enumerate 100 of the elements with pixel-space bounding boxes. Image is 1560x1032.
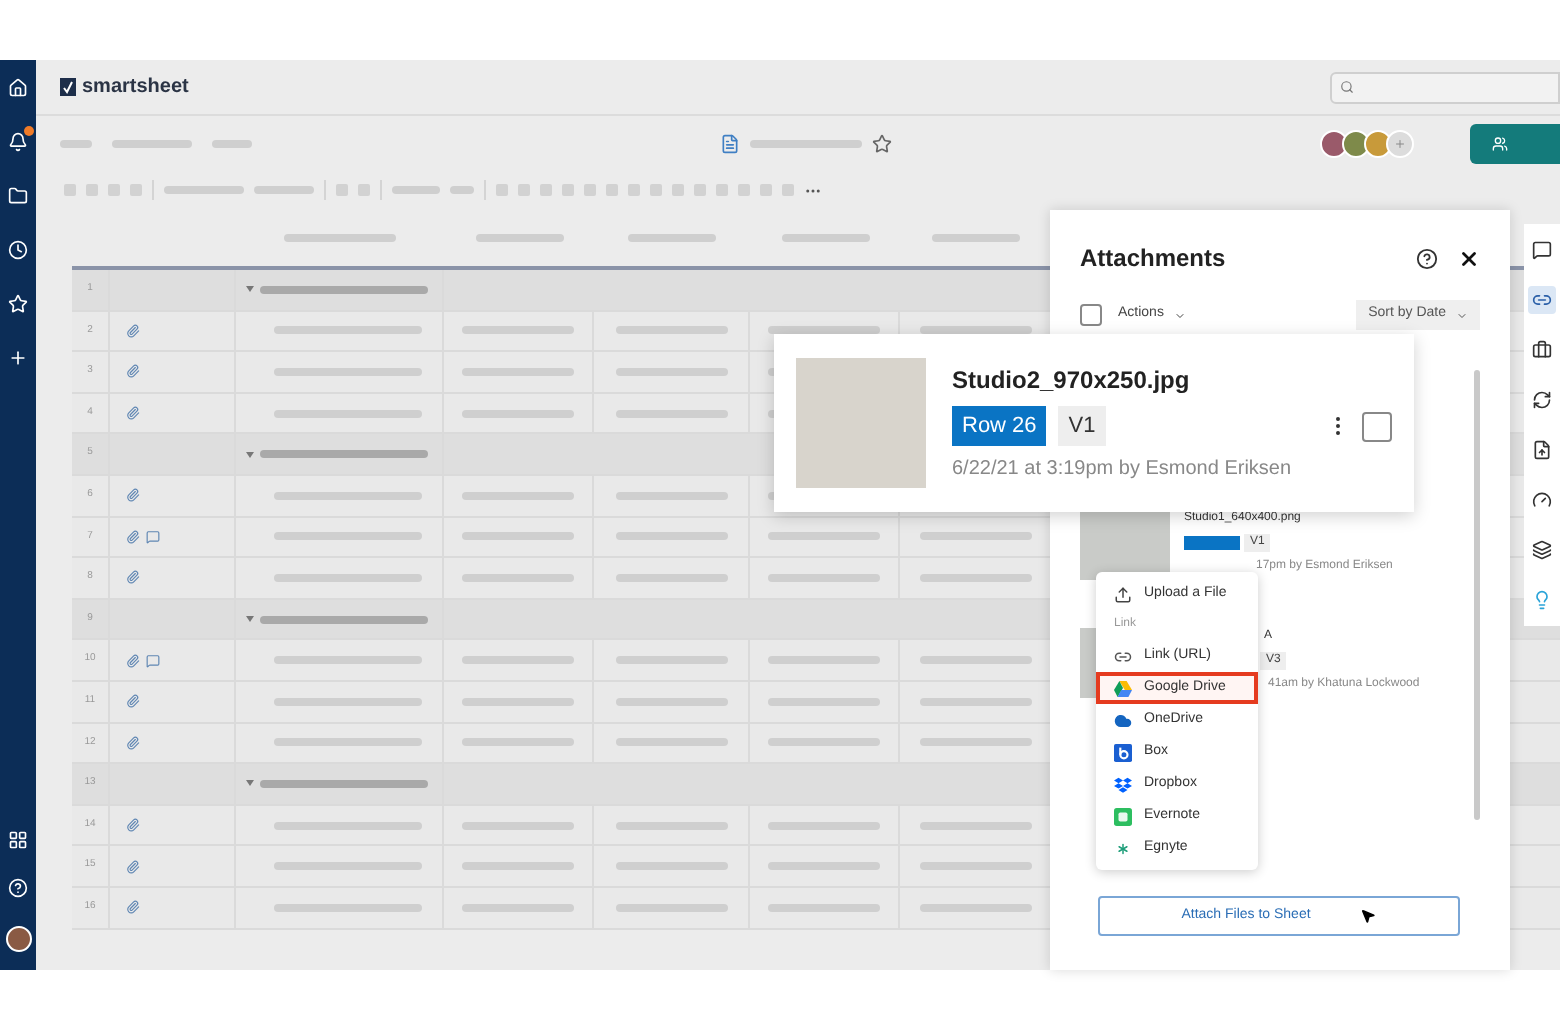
placeholder-bar <box>919 697 1031 706</box>
placeholder-bar <box>768 573 880 582</box>
placeholder-bar <box>462 821 574 830</box>
link-icon <box>1114 647 1132 665</box>
layers-icon[interactable] <box>1528 536 1556 564</box>
triangle-logo-icon <box>1114 679 1132 697</box>
row-tag <box>1184 536 1240 550</box>
collaborator-avatar[interactable] <box>1364 129 1392 157</box>
comment-icon[interactable] <box>1528 236 1556 264</box>
plus-icon <box>1394 137 1406 149</box>
star-icon[interactable] <box>872 133 892 153</box>
collapse-triangle-icon[interactable] <box>246 616 254 623</box>
paperclip-icon[interactable] <box>126 818 140 833</box>
app-logo: smartsheet <box>82 74 189 102</box>
search-field[interactable] <box>1330 71 1560 103</box>
collaborator-avatar[interactable] <box>1320 129 1348 157</box>
placeholder-bar <box>462 367 574 376</box>
close-icon[interactable] <box>1458 247 1480 269</box>
placeholder-bar <box>768 326 880 335</box>
paperclip-icon[interactable] <box>126 406 140 421</box>
collapse-triangle-icon[interactable] <box>246 780 254 787</box>
folder-icon[interactable] <box>8 186 28 206</box>
help-icon[interactable] <box>1416 247 1438 269</box>
placeholder-bar <box>615 409 727 418</box>
upload-icon <box>1114 585 1132 603</box>
square-logo-icon <box>1114 743 1132 761</box>
paperclip-icon[interactable] <box>126 323 140 338</box>
add-collaborator-button[interactable] <box>1386 129 1414 157</box>
paperclip-icon[interactable] <box>126 694 140 709</box>
paperclip-icon[interactable] <box>126 488 140 503</box>
placeholder-bar <box>615 532 727 541</box>
placeholder-bar <box>615 367 727 376</box>
share-button[interactable] <box>1470 123 1560 163</box>
search-icon <box>1340 80 1354 94</box>
paperclip-icon[interactable] <box>126 735 140 750</box>
logo-icon <box>60 78 76 96</box>
placeholder-bar <box>919 903 1031 912</box>
placeholder-bar <box>462 738 574 747</box>
caret-icon <box>1173 309 1186 321</box>
open-box-logo-icon <box>1114 775 1132 793</box>
placeholder-bar <box>919 738 1031 747</box>
placeholder-bar <box>462 656 574 665</box>
placeholder-bar <box>919 862 1031 871</box>
scrollbar[interactable] <box>1474 370 1480 820</box>
placeholder-bar <box>462 573 574 582</box>
placeholder-bar <box>615 491 727 500</box>
photo-placeholder <box>796 358 926 488</box>
placeholder-bar <box>768 697 880 706</box>
user-avatar[interactable] <box>5 926 31 952</box>
placeholder-bar <box>462 862 574 871</box>
sheet-icon <box>720 133 740 153</box>
placeholder-bar <box>768 656 880 665</box>
placeholder-bar <box>768 903 880 912</box>
apps-grid-icon[interactable] <box>8 830 28 850</box>
square-logo-icon <box>1114 807 1132 825</box>
placeholder-bar <box>919 573 1031 582</box>
placeholder-bar <box>462 326 574 335</box>
placeholder-bar <box>615 821 727 830</box>
placeholder-bar <box>768 532 880 541</box>
collaborator-avatar[interactable] <box>1342 129 1370 157</box>
placeholder-bar <box>615 697 727 706</box>
version-tag: V1 <box>1058 405 1106 447</box>
placeholder-bar <box>615 903 727 912</box>
clock-icon[interactable] <box>8 240 28 260</box>
collapse-triangle-icon[interactable] <box>246 451 254 458</box>
bell-icon[interactable] <box>8 132 28 152</box>
row-tag: Row 26 <box>952 405 1047 447</box>
cursor-icon <box>1360 908 1377 924</box>
collapse-triangle-icon[interactable] <box>246 286 254 293</box>
placeholder-bar <box>462 409 574 418</box>
placeholder-bar <box>919 532 1031 541</box>
panel-title: Attachments <box>1080 242 1226 276</box>
paperclip-icon[interactable] <box>126 859 140 874</box>
placeholder-bar <box>462 903 574 912</box>
cloud-icon <box>1114 711 1132 729</box>
paperclip-icon[interactable] <box>126 364 140 379</box>
placeholder-bar <box>768 862 880 871</box>
refresh-icon[interactable] <box>1528 386 1556 414</box>
home-icon[interactable] <box>8 78 28 98</box>
placeholder-bar <box>462 532 574 541</box>
placeholder-bar <box>462 491 574 500</box>
paperclip-icon[interactable] <box>126 653 140 668</box>
placeholder-bar <box>615 326 727 335</box>
briefcase-icon[interactable] <box>1528 336 1556 364</box>
placeholder-bar <box>615 862 727 871</box>
plus-icon[interactable] <box>8 348 28 368</box>
paperclip-icon[interactable] <box>126 570 140 585</box>
caret-icon <box>1456 309 1468 321</box>
file-name: Studio2_970x250.jpg <box>952 363 1192 398</box>
attachment-meta: 6/22/21 at 3:19pm by Esmond Eriksen <box>952 456 1294 485</box>
paperclip-icon[interactable] <box>126 529 140 544</box>
link-icon[interactable] <box>1528 286 1556 314</box>
select-checkbox[interactable] <box>1362 411 1392 441</box>
placeholder-bar <box>919 821 1031 830</box>
select-all-checkbox[interactable] <box>1080 304 1102 326</box>
placeholder-bar <box>462 697 574 706</box>
asterisk-icon <box>1114 839 1132 857</box>
paperclip-icon[interactable] <box>126 900 140 915</box>
placeholder-bar <box>768 821 880 830</box>
placeholder-bar <box>615 738 727 747</box>
